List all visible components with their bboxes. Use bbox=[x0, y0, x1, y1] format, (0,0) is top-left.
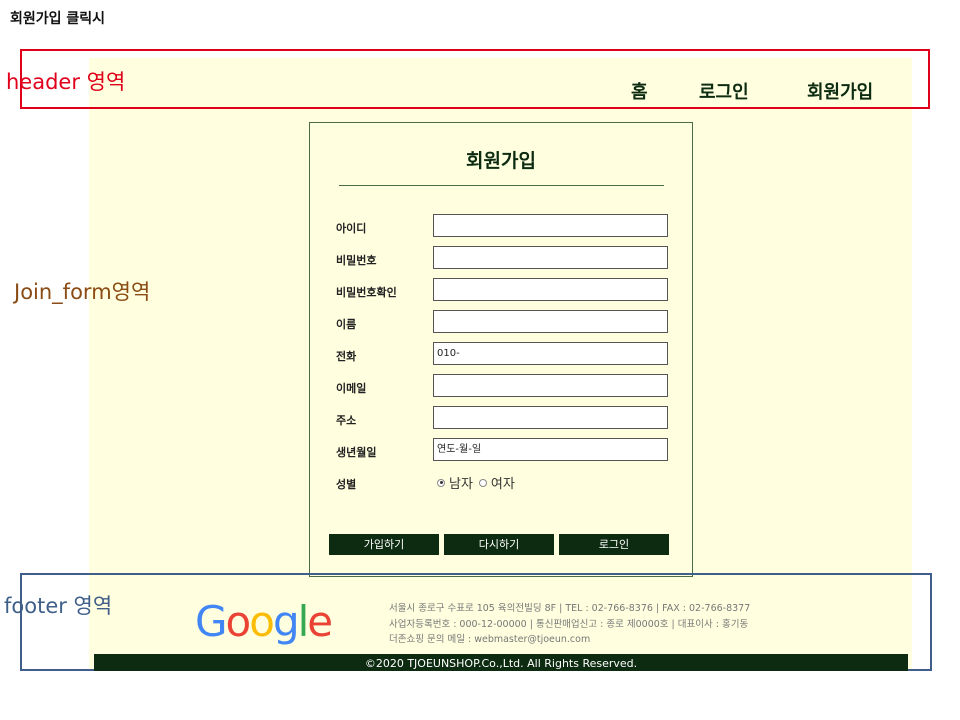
field-label-name: 이름 bbox=[336, 318, 357, 331]
password-input[interactable] bbox=[433, 246, 668, 269]
logo-letter: G bbox=[195, 597, 228, 646]
name-input[interactable] bbox=[433, 310, 668, 333]
logo-letter: l bbox=[297, 597, 310, 646]
phone-input[interactable]: 010- bbox=[433, 342, 668, 365]
field-label-password-confirm: 비밀번호확인 bbox=[336, 286, 397, 299]
logo-letter: o bbox=[249, 597, 275, 646]
logo-letter: e bbox=[307, 597, 333, 646]
reset-button[interactable]: 다시하기 bbox=[444, 534, 554, 555]
header-region-label: header 영역 bbox=[6, 70, 126, 94]
field-label-gender: 성별 bbox=[336, 478, 357, 491]
footer-region-label: footer 영역 bbox=[4, 594, 113, 618]
field-label-password: 비밀번호 bbox=[336, 254, 377, 267]
logo-letter: o bbox=[225, 597, 252, 646]
footer-contact-email: 더존쇼핑 문의 메일 : webmaster@tjoeun.com bbox=[389, 634, 591, 645]
field-label-birthdate: 생년월일 bbox=[336, 446, 377, 459]
email-input[interactable] bbox=[433, 374, 668, 397]
birthdate-input[interactable]: 연도-월-일 bbox=[433, 438, 668, 461]
login-button[interactable]: 로그인 bbox=[559, 534, 669, 555]
gender-female-radio[interactable] bbox=[478, 478, 487, 487]
field-label-address: 주소 bbox=[336, 414, 357, 427]
form-title: 회원가입 bbox=[466, 150, 536, 172]
nav-login[interactable]: 로그인 bbox=[699, 78, 749, 104]
nav-home[interactable]: 홈 bbox=[631, 78, 648, 104]
field-label-email: 이메일 bbox=[336, 382, 367, 395]
password-confirm-input[interactable] bbox=[433, 278, 668, 301]
join-button[interactable]: 가입하기 bbox=[329, 534, 439, 555]
gender-male-radio[interactable] bbox=[437, 478, 445, 487]
footer-address: 서울시 종로구 수표로 105 육의전빌딩 8F | TEL : 02-766-… bbox=[389, 603, 751, 614]
address-input[interactable] bbox=[433, 406, 668, 429]
logo-letter: g bbox=[272, 597, 300, 646]
gender-radio-group: 남자 여자 bbox=[437, 473, 521, 492]
copyright-bar: ©2020 TJOEUNSHOP.Co.,Ltd. All Rights Res… bbox=[94, 654, 908, 671]
gender-female-label[interactable]: 여자 bbox=[491, 473, 515, 492]
id-input[interactable] bbox=[433, 214, 668, 237]
field-label-id: 아이디 bbox=[336, 222, 367, 235]
gender-male-label[interactable]: 남자 bbox=[449, 473, 473, 492]
form-divider bbox=[339, 185, 664, 186]
page-caption: 회원가입 클릭시 bbox=[10, 11, 106, 27]
join-form-region-label: Join_form영역 bbox=[14, 280, 151, 304]
field-label-phone: 전화 bbox=[336, 350, 357, 363]
nav-join[interactable]: 회원가입 bbox=[807, 78, 873, 104]
footer-business-info: 사업자등록번호 : 000-12-00000 | 통신판매업신고 : 종로 제0… bbox=[389, 619, 749, 630]
header-region-outline bbox=[20, 49, 930, 109]
google-logo: Google bbox=[195, 597, 333, 646]
